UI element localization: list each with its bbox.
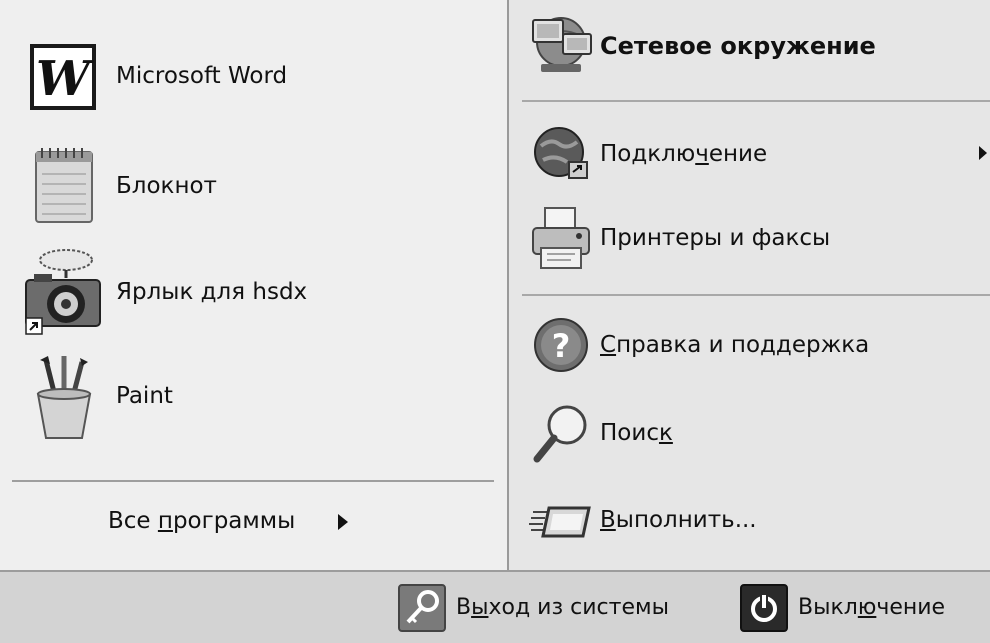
key-icon	[398, 584, 446, 632]
place-item-search[interactable]: Поиск	[509, 397, 990, 469]
place-label: Подключение	[600, 141, 768, 167]
network-icon	[527, 12, 597, 80]
all-programs-button[interactable]: Все программы	[0, 488, 507, 560]
globe-connect-icon	[527, 120, 597, 188]
program-label: Ярлык для hsdx	[116, 279, 308, 305]
place-label: Принтеры и факсы	[600, 225, 831, 251]
paint-icon	[20, 348, 104, 444]
separator	[12, 480, 494, 482]
program-item-word[interactable]: W Microsoft Word	[12, 28, 492, 124]
places-pane: Сетевое окружение Подключение Принтеры и…	[509, 0, 990, 570]
logoff-label: Выход из системы	[456, 595, 669, 620]
svg-text:?: ?	[552, 327, 571, 365]
printer-icon	[527, 204, 597, 272]
separator	[522, 100, 990, 102]
camera-icon	[20, 244, 104, 340]
place-item-connect[interactable]: Подключение	[509, 118, 990, 190]
program-label: Paint	[116, 383, 173, 409]
place-item-run[interactable]: Выполнить...	[509, 484, 990, 556]
start-menu: W Microsoft Word Блокнот Ярлык для hsdx …	[0, 0, 990, 643]
separator	[522, 294, 990, 296]
run-icon	[527, 486, 597, 554]
place-label: Выполнить...	[600, 507, 757, 533]
place-label: Поиск	[600, 420, 673, 446]
session-bar: Выход из системы Выключение	[0, 570, 990, 643]
submenu-arrow-icon	[979, 146, 987, 160]
program-label: Блокнот	[116, 173, 217, 199]
power-icon	[740, 584, 788, 632]
place-label: Справка и поддержка	[600, 332, 870, 358]
arrow-right-icon	[338, 514, 348, 530]
program-item-notepad[interactable]: Блокнот	[12, 138, 492, 234]
program-item-paint[interactable]: Paint	[12, 348, 492, 444]
notepad-icon	[20, 138, 104, 234]
svg-text:W: W	[36, 51, 94, 107]
help-icon: ?	[527, 311, 597, 379]
place-label: Сетевое окружение	[600, 32, 876, 60]
place-item-help[interactable]: ? Справка и поддержка	[509, 309, 990, 381]
shutdown-label: Выключение	[798, 595, 946, 620]
all-programs-label: Все программы	[108, 508, 296, 534]
place-item-network[interactable]: Сетевое окружение	[509, 10, 990, 82]
place-item-printers[interactable]: Принтеры и факсы	[509, 202, 990, 274]
search-icon	[527, 399, 597, 467]
programs-pane: W Microsoft Word Блокнот Ярлык для hsdx …	[0, 0, 507, 570]
program-item-hsdx-shortcut[interactable]: Ярлык для hsdx	[12, 244, 492, 340]
word-icon: W	[20, 28, 104, 124]
program-label: Microsoft Word	[116, 63, 288, 89]
